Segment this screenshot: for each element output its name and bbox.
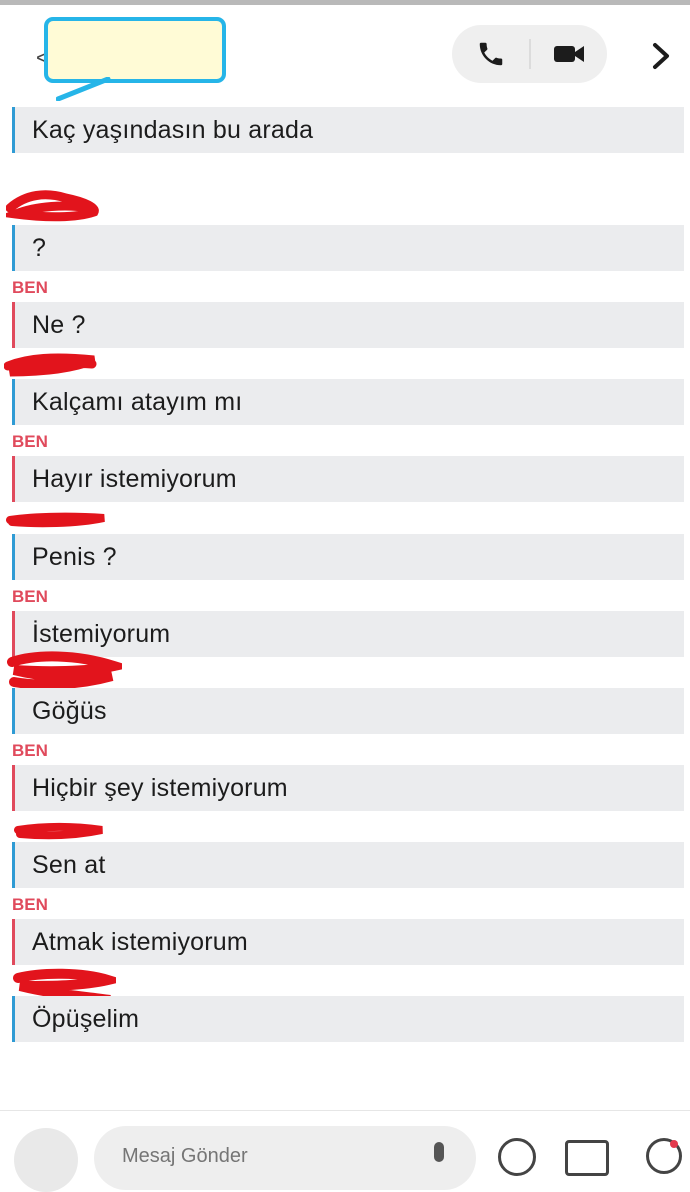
message-bubble: Hayır istemiyorum — [12, 456, 684, 502]
message-bubble: Öpüşelim — [12, 996, 684, 1042]
message-text: Ne ? — [32, 310, 86, 339]
message-text: İstemiyorum — [32, 619, 171, 648]
redacted-sender-name — [14, 823, 103, 840]
message-bubble: Kaç yaşındasın bu arada — [12, 107, 684, 153]
message-text: Kalçamı atayım mı — [32, 387, 243, 416]
redacted-sender-name — [6, 512, 105, 528]
message-bubble: Kalçamı atayım mı — [12, 379, 684, 425]
sender-label: BEN — [12, 587, 48, 606]
message-bubble: Sen at — [12, 842, 684, 888]
sticker-icon[interactable] — [565, 1140, 609, 1176]
emoji-icon[interactable] — [498, 1138, 536, 1176]
message-text: Göğüs — [32, 696, 107, 725]
redacted-sender-name — [6, 190, 99, 222]
message-bubble: Atmak istemiyorum — [12, 919, 684, 965]
sender-label: BEN — [12, 895, 48, 914]
message-composer[interactable] — [94, 1126, 476, 1190]
microphone-icon[interactable] — [434, 1142, 444, 1162]
message-text: Penis ? — [32, 542, 117, 571]
message-bubble: Göğüs — [12, 688, 684, 734]
message-bubble: Hiçbir şey istemiyorum — [12, 765, 684, 811]
message-text: Hiçbir şey istemiyorum — [32, 773, 288, 802]
message-text: ? — [32, 233, 47, 262]
message-bubble: Penis ? — [12, 534, 684, 580]
message-bubble: ? — [12, 225, 684, 271]
sender-label: BEN — [12, 741, 48, 760]
camera-icon[interactable] — [14, 1128, 78, 1192]
message-text: Atmak istemiyorum — [32, 927, 248, 956]
message-text: Kaç yaşındasın bu arada — [32, 115, 314, 144]
notification-dot — [670, 1140, 678, 1148]
redacted-sender-name — [4, 353, 97, 377]
message-bubble: Ne ? — [12, 302, 684, 348]
message-text: Öpüşelim — [32, 1004, 140, 1033]
composer-divider — [0, 1110, 690, 1111]
sender-label: BEN — [12, 432, 48, 451]
sender-label: BEN — [12, 278, 48, 297]
message-input[interactable] — [120, 1140, 424, 1172]
message-text: Sen at — [32, 850, 106, 879]
redacted-sender-name — [7, 651, 122, 690]
message-list: Kaç yaşındasın bu arada ? BEN Ne ? Kalça… — [0, 0, 690, 1154]
message-text: Hayır istemiyorum — [32, 464, 237, 493]
